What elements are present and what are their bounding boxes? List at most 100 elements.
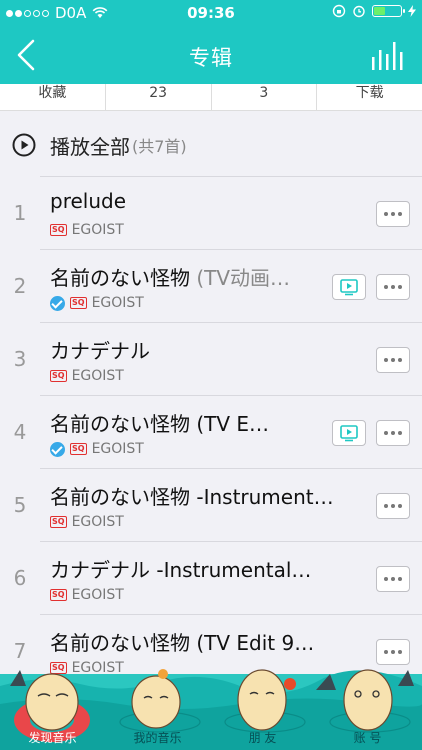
song-row[interactable]: 1 prelude SQ EGOIST xyxy=(14,176,422,249)
status-bar: D0A 09:36 xyxy=(0,0,422,26)
song-artist: EGOIST xyxy=(71,587,124,603)
nav-friends-label: 朋 友 xyxy=(248,731,277,745)
rotation-lock-icon xyxy=(332,4,346,18)
song-title-main: 名前のない怪物 (TV E… xyxy=(50,412,270,436)
sq-badge: SQ xyxy=(50,516,67,528)
song-row[interactable]: 2 名前のない怪物 (TV动画… SQ EGOIST xyxy=(14,249,422,322)
more-button[interactable] xyxy=(376,201,410,227)
more-icon-dot xyxy=(398,358,402,362)
song-title-extra: (TV动画… xyxy=(196,266,291,290)
song-index: 7 xyxy=(13,639,27,663)
song-meta: SQ EGOIST xyxy=(50,441,144,457)
song-row[interactable]: 6 カナデナル -Instrumental… SQ EGOIST xyxy=(14,541,422,614)
song-artist: EGOIST xyxy=(91,295,144,311)
more-icon-dot xyxy=(391,650,395,654)
status-right xyxy=(332,4,416,18)
play-all-button[interactable]: 播放全部 (共7首) xyxy=(0,116,422,174)
stat-share[interactable]: 3 xyxy=(212,84,318,110)
song-title-main: prelude xyxy=(50,189,127,213)
nav-discover-music-label: 发现音乐 xyxy=(28,731,77,745)
more-icon-dot xyxy=(391,358,395,362)
song-index: 3 xyxy=(13,347,27,371)
more-icon-dot xyxy=(398,650,402,654)
song-title: カナデナル -Instrumental… xyxy=(50,554,311,583)
more-icon-dot xyxy=(391,431,395,435)
song-title: prelude xyxy=(50,189,126,213)
mv-button[interactable] xyxy=(332,420,366,446)
mv-button[interactable] xyxy=(332,274,366,300)
song-row[interactable]: 4 名前のない怪物 (TV E… SQ EGOIST xyxy=(14,395,422,468)
page-title: 专辑 xyxy=(189,46,233,70)
song-title: 名前のない怪物 (TV动画… xyxy=(50,262,290,291)
more-icon xyxy=(384,577,388,581)
sq-badge: SQ xyxy=(50,224,67,236)
song-title: 名前のない怪物 -Instrument… xyxy=(50,481,334,510)
bottom-nav: 发现音乐 我的音乐 朋 友 账 号 xyxy=(0,664,422,750)
song-index: 6 xyxy=(13,566,27,590)
song-artist: EGOIST xyxy=(71,368,124,384)
more-icon-dot xyxy=(398,212,402,216)
nav-discover-music[interactable]: 发现音乐 xyxy=(0,664,105,750)
nav-account-label: 账 号 xyxy=(353,731,382,745)
song-meta: SQ EGOIST xyxy=(50,368,124,384)
song-index: 1 xyxy=(13,201,27,225)
more-icon xyxy=(384,212,388,216)
song-artist: EGOIST xyxy=(71,514,124,530)
song-index: 5 xyxy=(13,493,27,517)
nav-friends[interactable]: 朋 友 xyxy=(210,664,315,750)
bar-chart-icon[interactable] xyxy=(372,40,404,70)
more-icon-dot xyxy=(398,504,402,508)
song-row[interactable]: 3 カナデナル SQ EGOIST xyxy=(14,322,422,395)
stat-comments[interactable]: 23 xyxy=(106,84,212,110)
more-icon xyxy=(384,504,388,508)
verified-icon xyxy=(50,441,65,457)
song-meta: SQ EGOIST xyxy=(50,295,144,311)
more-icon xyxy=(384,285,388,289)
song-title-main: カナデナル -Instrumental… xyxy=(50,558,312,582)
more-icon xyxy=(384,431,388,435)
header: 专辑 xyxy=(0,26,422,84)
stat-collect[interactable]: 收藏 xyxy=(0,84,106,110)
more-button[interactable] xyxy=(376,493,410,519)
play-circle-icon xyxy=(12,133,36,157)
song-title-main: 名前のない怪物 (TV Edit 9… xyxy=(50,631,315,655)
sq-badge: SQ xyxy=(50,589,67,601)
mv-icon xyxy=(340,425,358,442)
more-icon xyxy=(384,650,388,654)
album-stats: 收藏 23 3 下载 xyxy=(0,84,422,111)
song-list: 1 prelude SQ EGOIST 2 名前のない怪物 (TV动画… SQ EGOIST 3… xyxy=(0,176,422,687)
nav-my-music[interactable]: 我的音乐 xyxy=(105,664,210,750)
more-icon-dot xyxy=(398,577,402,581)
more-button[interactable] xyxy=(376,639,410,665)
more-icon-dot xyxy=(391,577,395,581)
verified-icon xyxy=(50,295,65,311)
song-title-main: カナデナル xyxy=(50,339,150,363)
more-button[interactable] xyxy=(376,566,410,592)
sq-badge: SQ xyxy=(50,370,67,382)
song-meta: SQ EGOIST xyxy=(50,587,124,603)
mv-icon xyxy=(340,279,358,296)
more-icon-dot xyxy=(391,212,395,216)
song-title: 名前のない怪物 (TV E… xyxy=(50,408,269,437)
sq-badge: SQ xyxy=(70,443,87,455)
song-title: 名前のない怪物 (TV Edit 9… xyxy=(50,627,314,656)
sq-badge: SQ xyxy=(70,297,87,309)
stat-download[interactable]: 下载 xyxy=(317,84,422,110)
song-row[interactable]: 5 名前のない怪物 -Instrument… SQ EGOIST xyxy=(14,468,422,541)
more-icon xyxy=(384,358,388,362)
nav-account[interactable]: 账 号 xyxy=(315,664,420,750)
song-title: カナデナル xyxy=(50,335,150,364)
alarm-icon xyxy=(353,5,365,18)
more-button[interactable] xyxy=(376,274,410,300)
more-button[interactable] xyxy=(376,420,410,446)
charging-icon xyxy=(408,5,416,17)
more-icon-dot xyxy=(398,285,402,289)
song-title-main: 名前のない怪物 xyxy=(50,266,197,290)
song-index: 2 xyxy=(13,274,27,298)
song-artist: EGOIST xyxy=(91,441,144,457)
battery-icon xyxy=(372,5,405,17)
more-button[interactable] xyxy=(376,347,410,373)
play-all-label: 播放全部 xyxy=(50,134,130,159)
play-all-count: (共7首) xyxy=(132,137,187,156)
more-icon-dot xyxy=(391,504,395,508)
